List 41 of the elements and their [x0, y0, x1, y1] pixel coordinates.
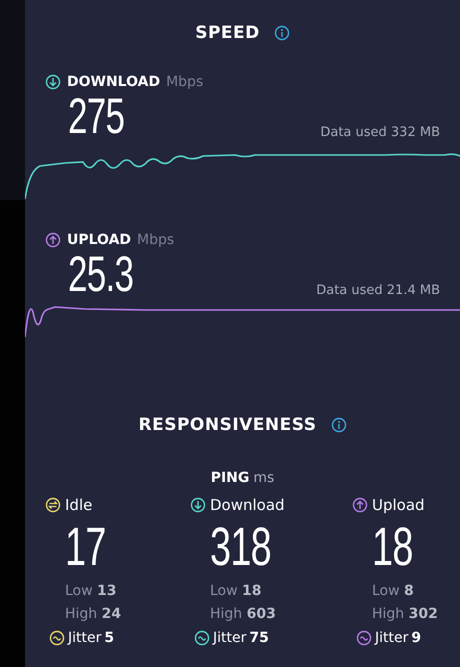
stat-value: 8: [404, 583, 414, 599]
speed-value: 25.3: [68, 248, 134, 300]
speed-value: 275: [68, 90, 124, 142]
stat-label: Low: [372, 583, 400, 599]
test-label: DOWNLOAD: [67, 74, 160, 90]
wave-icon: [194, 630, 210, 646]
data-used-text: Data used 21.4 MB: [316, 283, 440, 298]
jitter-value: 9: [411, 630, 422, 646]
stat-value: 24: [102, 606, 122, 622]
jitter-value: 75: [249, 630, 269, 646]
column-label: Idle: [65, 496, 92, 514]
ping-value: 17: [65, 518, 106, 576]
stat-label: High: [65, 606, 98, 622]
info-icon[interactable]: [274, 25, 290, 41]
stat-label: Low: [210, 583, 238, 599]
jitter-label: Jitter: [68, 630, 102, 646]
stat-label: High: [372, 606, 404, 622]
unit-label: Mbps: [137, 232, 174, 248]
column-label: Download: [210, 496, 285, 514]
ping-label: PING: [210, 470, 250, 486]
unit-label: ms: [253, 470, 274, 486]
ping-value: 318: [210, 518, 271, 576]
stat-value: 302: [408, 606, 438, 622]
jitter-label: Jitter: [375, 630, 408, 646]
section-title: RESPONSIVENESS: [138, 415, 316, 435]
data-used-text: Data used 332 MB: [320, 125, 440, 140]
wave-icon: [49, 630, 65, 646]
stat-value: 18: [242, 583, 262, 599]
test-label: UPLOAD: [67, 232, 132, 248]
stat-label: Low: [65, 583, 93, 599]
stat-value: 13: [97, 583, 117, 599]
stat-label: High: [210, 606, 242, 622]
section-title: SPEED: [195, 23, 260, 43]
wave-icon: [356, 630, 372, 646]
ping-value: 18: [372, 518, 413, 576]
jitter-label: Jitter: [213, 630, 246, 646]
column-label: Upload: [372, 496, 425, 514]
jitter-value: 5: [104, 630, 114, 646]
info-icon[interactable]: [330, 417, 346, 433]
stat-value: 603: [246, 606, 276, 622]
unit-label: Mbps: [166, 74, 204, 90]
